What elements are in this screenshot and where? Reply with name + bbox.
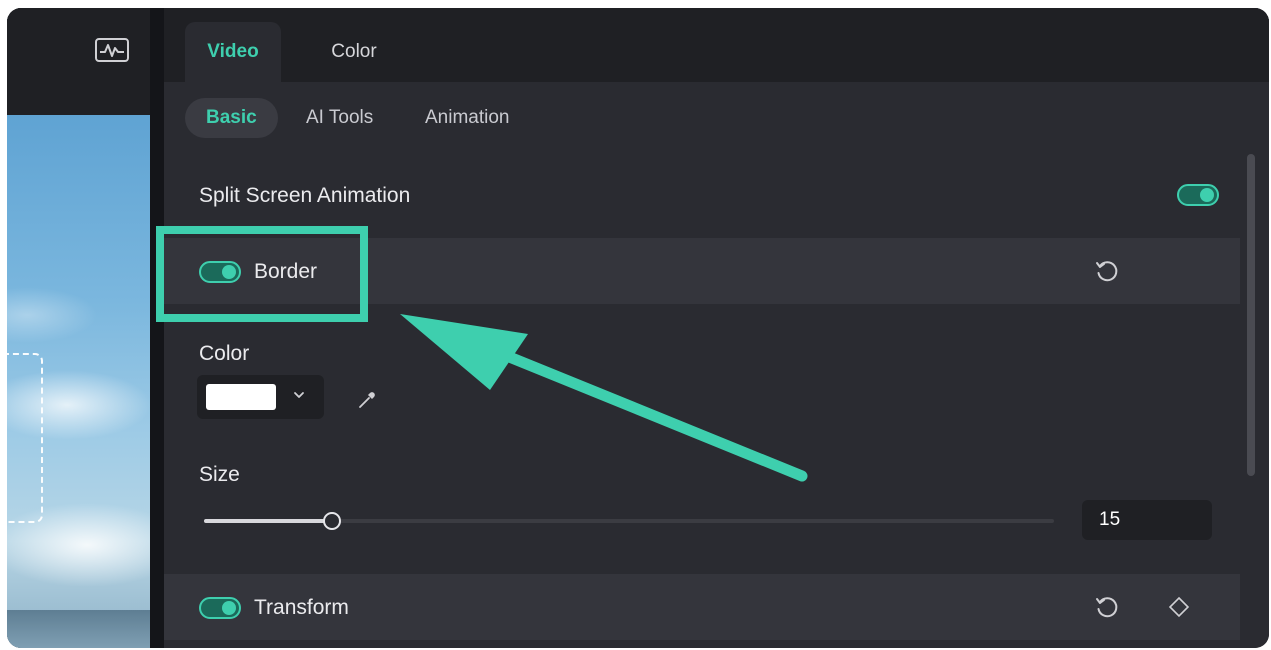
transform-label: Transform (254, 596, 349, 619)
waveform-icon[interactable] (95, 38, 129, 62)
tab-color[interactable]: Color (314, 22, 394, 82)
preview-sea (7, 610, 150, 648)
color-dropdown[interactable] (197, 375, 324, 419)
preview-panel (7, 8, 150, 648)
color-swatch[interactable] (206, 384, 276, 410)
size-input[interactable]: 15 (1082, 500, 1212, 540)
split-screen-toggle[interactable] (1177, 184, 1219, 206)
split-screen-label: Split Screen Animation (199, 184, 411, 207)
tab-video[interactable]: Video (185, 22, 281, 82)
main-tabbar: Video Color (164, 8, 1269, 82)
transform-toggle[interactable] (199, 597, 241, 619)
subtab-ai-tools[interactable]: AI Tools (285, 98, 394, 138)
subtab-animation[interactable]: Animation (404, 98, 531, 138)
size-slider-fill (204, 519, 332, 523)
panel-divider[interactable] (150, 8, 164, 648)
size-slider-thumb[interactable] (322, 512, 341, 530)
preview-toolbar (7, 8, 150, 115)
keyframe-diamond-icon[interactable] (1168, 596, 1190, 618)
properties-panel: Video Color Basic AI Tools Animation Spl… (164, 8, 1269, 648)
size-slider[interactable] (204, 512, 1054, 530)
eyedropper-icon[interactable] (356, 389, 378, 411)
selection-frame (7, 353, 43, 523)
editor-window: Video Color Basic AI Tools Animation Spl… (7, 8, 1269, 648)
video-preview-image[interactable] (7, 115, 150, 648)
scrollbar[interactable] (1247, 154, 1255, 476)
border-highlight-box (156, 226, 368, 322)
chevron-down-icon[interactable] (292, 388, 306, 402)
reset-icon[interactable] (1094, 594, 1120, 620)
size-label: Size (199, 463, 240, 486)
transform-section-header[interactable]: Transform (164, 574, 1240, 640)
color-label: Color (199, 342, 250, 365)
subtab-basic[interactable]: Basic (185, 98, 278, 138)
reset-icon[interactable] (1094, 258, 1120, 284)
